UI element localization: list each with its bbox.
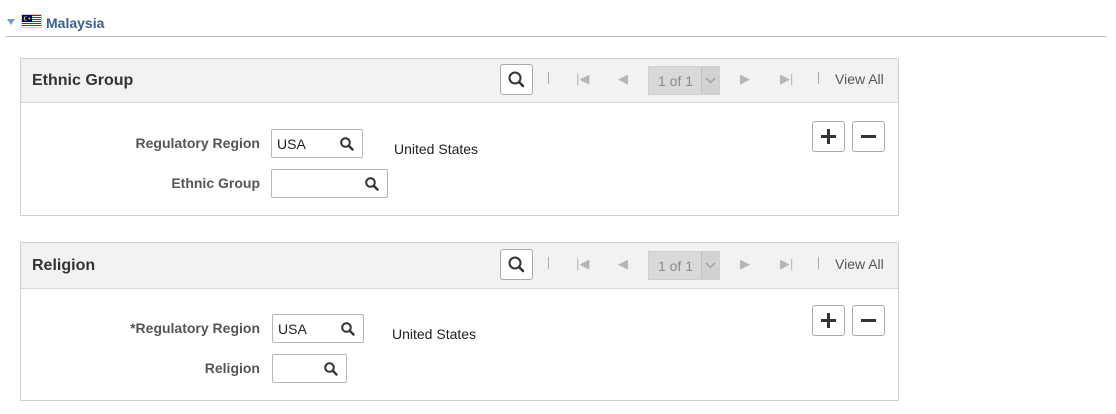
add-row-button[interactable]: [812, 305, 845, 336]
page-count-select[interactable]: 1 of 1: [648, 251, 720, 280]
regulatory-region-label: Regulatory Region: [135, 135, 260, 151]
religion-grid-header: Religion |◀ ◀ 1 of 1 ▶ ▶| View All: [21, 243, 898, 289]
plus-icon: [821, 313, 836, 328]
plus-icon: [821, 129, 836, 144]
ethnic-group-label: Ethnic Group: [171, 175, 260, 191]
regulatory-region-value: USA: [278, 321, 307, 337]
religion-grid: Religion |◀ ◀ 1 of 1 ▶ ▶| View All *Regu…: [20, 242, 899, 401]
lookup-search-icon[interactable]: [340, 321, 356, 337]
grid-title: Ethnic Group: [32, 72, 134, 89]
section-header[interactable]: Malaysia: [6, 10, 1106, 37]
separator: [818, 257, 819, 269]
minus-icon: [861, 135, 876, 138]
ethnic-group-grid: Ethnic Group |◀ ◀ 1 of 1 ▶ ▶| View All R…: [20, 58, 899, 216]
next-page-icon[interactable]: ▶: [740, 256, 750, 272]
chevron-down-icon[interactable]: [701, 67, 719, 94]
lookup-search-icon[interactable]: [339, 136, 355, 152]
lookup-search-icon[interactable]: [323, 361, 339, 377]
add-row-button[interactable]: [812, 121, 845, 152]
regulatory-region-input[interactable]: USA: [272, 314, 364, 343]
page-count-text: 1 of 1: [658, 73, 694, 89]
delete-row-button[interactable]: [852, 305, 885, 336]
regulatory-region-label: *Regulatory Region: [130, 320, 260, 336]
find-button[interactable]: [500, 249, 533, 280]
view-all-link[interactable]: View All: [835, 256, 884, 272]
malaysia-flag-icon: [21, 14, 42, 28]
separator: [548, 72, 549, 84]
ethnic-group-grid-header: Ethnic Group |◀ ◀ 1 of 1 ▶ ▶| View All: [21, 59, 898, 103]
view-all-link[interactable]: View All: [835, 71, 884, 87]
search-icon: [508, 71, 525, 88]
grid-title: Religion: [32, 257, 96, 274]
ethnic-group-input[interactable]: [271, 169, 388, 198]
search-icon: [508, 256, 525, 273]
delete-row-button[interactable]: [852, 121, 885, 152]
last-page-icon[interactable]: ▶|: [780, 71, 793, 87]
next-page-icon[interactable]: ▶: [740, 71, 750, 87]
page-count-text: 1 of 1: [658, 258, 694, 274]
separator: [818, 72, 819, 84]
religion-input[interactable]: [272, 354, 347, 383]
regulatory-region-description: United States: [392, 326, 477, 342]
minus-icon: [861, 319, 876, 322]
first-page-icon[interactable]: |◀: [576, 71, 589, 87]
collapse-triangle-icon[interactable]: [7, 19, 15, 25]
first-page-icon[interactable]: |◀: [576, 256, 589, 272]
regulatory-region-value: USA: [277, 136, 306, 152]
religion-label: Religion: [204, 360, 260, 376]
regulatory-region-description: United States: [394, 141, 479, 157]
regulatory-region-input[interactable]: USA: [271, 129, 363, 158]
lookup-search-icon[interactable]: [364, 176, 380, 192]
separator: [548, 257, 549, 269]
find-button[interactable]: [500, 64, 533, 95]
section-title[interactable]: Malaysia: [46, 15, 104, 31]
last-page-icon[interactable]: ▶|: [780, 256, 793, 272]
previous-page-icon[interactable]: ◀: [618, 256, 628, 272]
previous-page-icon[interactable]: ◀: [618, 71, 628, 87]
page-count-select[interactable]: 1 of 1: [648, 66, 720, 95]
chevron-down-icon[interactable]: [701, 252, 719, 279]
